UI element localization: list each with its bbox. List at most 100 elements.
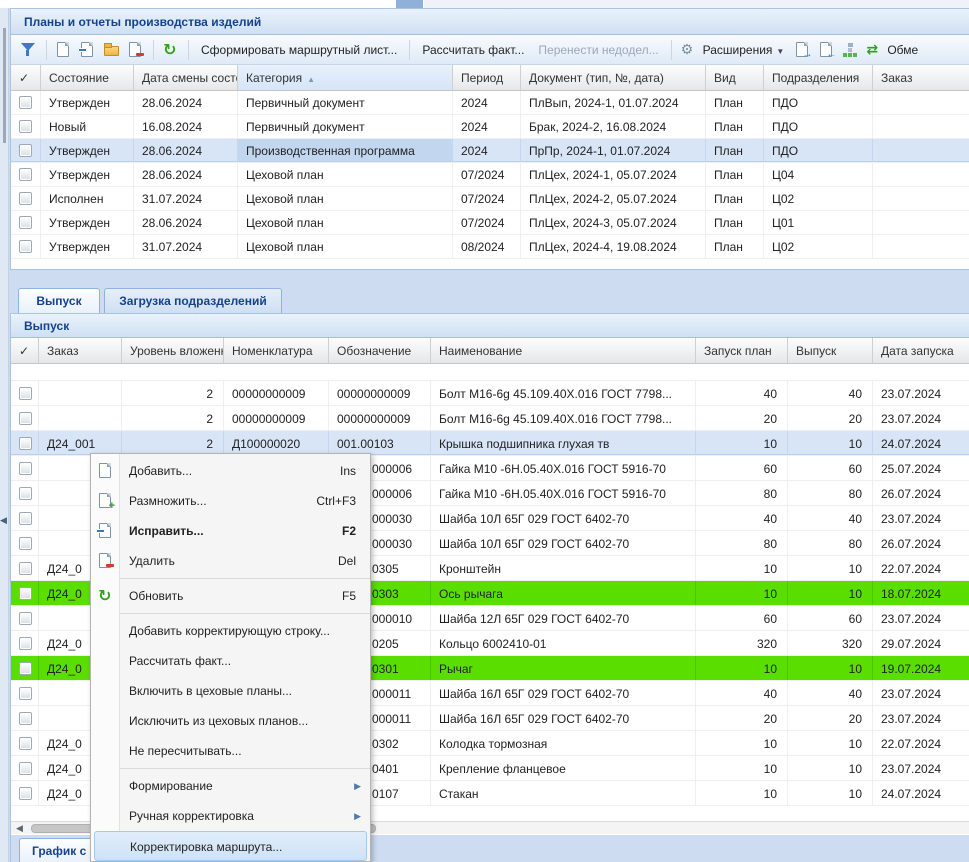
row-checkbox[interactable] [19,762,32,775]
menu-item[interactable]: ОбновитьF5 [91,581,370,611]
row-checkbox[interactable] [19,168,32,181]
scroll-left-icon[interactable]: ◀ [16,823,23,834]
row-checkbox[interactable] [19,192,32,205]
table-row[interactable]: Утвержден28.06.2024Цеховой план07/2024Пл… [11,163,969,187]
collapse-arrow-icon[interactable]: ◀ [0,515,7,526]
toolbar-separator [671,40,672,60]
tab-zagruzka-podrazdeleniy[interactable]: Загрузка подразделений [104,288,282,313]
column-header-3[interactable]: Период [453,65,521,90]
menu-item[interactable]: Корректировка маршрута... [94,831,367,861]
collapsed-left-splitter[interactable]: ◀ [0,8,9,862]
cell-name: Шайба 10Л 65Г 029 ГОСТ 6402-70 [431,531,696,555]
row-checkbox[interactable] [19,412,32,425]
row-checkbox[interactable] [19,787,32,800]
row-checkbox[interactable] [19,387,32,400]
row-checkbox[interactable] [19,637,32,650]
column-header-6[interactable]: Подразделения [764,65,873,90]
edit-document-icon[interactable] [79,41,97,59]
format-route-list-button[interactable]: Сформировать маршрутный лист... [201,43,397,57]
calc-fact-button[interactable]: Рассчитать факт... [422,43,524,57]
row-checkbox[interactable] [19,96,32,109]
row-checkbox[interactable] [19,562,32,575]
table-row[interactable]: Утвержден28.06.2024Первичный документ202… [11,91,969,115]
menu-item[interactable]: Исключить из цеховых планов... [91,706,370,736]
exchange-button[interactable]: Обме [887,43,918,57]
row-checkbox[interactable] [19,462,32,475]
check-column-header[interactable]: ✓ [11,338,39,363]
column-header-1[interactable]: Уровень вложенн [122,338,224,363]
export-document-icon[interactable] [794,41,812,59]
column-header-7[interactable]: Дата запуска [873,338,969,363]
cell-out: 10 [788,756,873,780]
menu-item[interactable]: Исправить...F2 [91,516,370,546]
menu-item[interactable]: Добавить корректирующую строку... [91,616,370,646]
cell-dept: Ц04 [764,163,873,186]
add-document-icon[interactable] [55,41,73,59]
menu-item[interactable]: Размножить...Ctrl+F3 [91,486,370,516]
row-checkbox[interactable] [19,437,32,450]
cell-out: 10 [788,581,873,605]
row-checkbox[interactable] [19,144,32,157]
row-checkbox[interactable] [19,612,32,625]
cell-dept: ПДО [764,115,873,138]
table-row[interactable]: 20000000000900000000009Болт М16-6g 45.10… [11,406,969,431]
clipped-row[interactable] [11,364,969,381]
import-document-icon[interactable] [818,41,836,59]
cell-date: 28.06.2024 [134,91,238,114]
cell-name: Шайба 16Л 65Г 029 ГОСТ 6402-70 [431,706,696,730]
cell-out: 10 [788,556,873,580]
row-checkbox[interactable] [19,487,32,500]
column-header-3[interactable]: Обозначение [329,338,431,363]
toolbar-separator [188,40,189,60]
table-row[interactable]: Утвержден31.07.2024Цеховой план08/2024Пл… [11,235,969,259]
table-row[interactable]: Утвержден28.06.2024Цеховой план07/2024Пл… [11,211,969,235]
row-checkbox[interactable] [19,512,32,525]
cell-category: Цеховой план [238,211,453,234]
column-header-2[interactable]: Категория▲ [238,65,453,90]
gear-document-icon[interactable] [680,41,698,59]
column-header-4[interactable]: Документ (тип, №, дата) [521,65,706,90]
column-header-6[interactable]: Выпуск [788,338,873,363]
menu-item[interactable]: Включить в цеховые планы... [91,676,370,706]
delete-document-icon[interactable] [127,41,145,59]
column-header-5[interactable]: Вид [706,65,764,90]
vypusk-grid-header: ✓ЗаказУровень вложеннНоменклатураОбознач… [11,338,969,364]
row-checkbox[interactable] [19,687,32,700]
menu-item[interactable]: Формирование▶ [91,771,370,801]
row-checkbox[interactable] [19,587,32,600]
cell-date: 23.07.2024 [873,756,969,780]
row-checkbox[interactable] [19,662,32,675]
row-checkbox[interactable] [19,240,32,253]
menu-item[interactable]: Ручная корректировка▶ [91,801,370,831]
cell-plan: 80 [696,481,788,505]
table-row[interactable]: Исполнен31.07.2024Цеховой план07/2024ПлЦ… [11,187,969,211]
row-checkbox[interactable] [19,712,32,725]
row-checkbox[interactable] [19,216,32,229]
org-chart-icon[interactable] [842,41,860,59]
menu-item[interactable]: Добавить...Ins [91,456,370,486]
table-row[interactable]: Новый16.08.2024Первичный документ2024Бра… [11,115,969,139]
column-header-2[interactable]: Номенклатура [224,338,329,363]
menu-item[interactable]: УдалитьDel [91,546,370,576]
column-header-0[interactable]: Заказ [39,338,122,363]
row-checkbox[interactable] [19,120,32,133]
filter-icon[interactable] [20,41,38,59]
check-column-header[interactable]: ✓ [11,65,41,90]
menu-item-label: Добавить корректирующую строку... [129,624,330,638]
open-folder-icon[interactable] [103,41,121,59]
row-checkbox[interactable] [19,737,32,750]
menu-item[interactable]: Рассчитать факт... [91,646,370,676]
row-checkbox[interactable] [19,537,32,550]
column-header-0[interactable]: Состояние [41,65,134,90]
column-header-5[interactable]: Запуск план [696,338,788,363]
menu-item[interactable]: Не пересчитывать... [91,736,370,766]
table-row[interactable]: 20000000000900000000009Болт М16-6g 45.10… [11,381,969,406]
refresh-icon[interactable] [162,41,180,59]
tab-vypusk[interactable]: Выпуск [18,288,100,313]
exchange-icon[interactable] [866,41,884,59]
table-row[interactable]: Утвержден28.06.2024Производственная прог… [11,139,969,163]
extensions-button[interactable]: Расширения▼ [703,43,785,57]
column-header-4[interactable]: Наименование [431,338,696,363]
column-header-1[interactable]: Дата смены состо [134,65,238,90]
column-header-7[interactable]: Заказ [873,65,969,90]
